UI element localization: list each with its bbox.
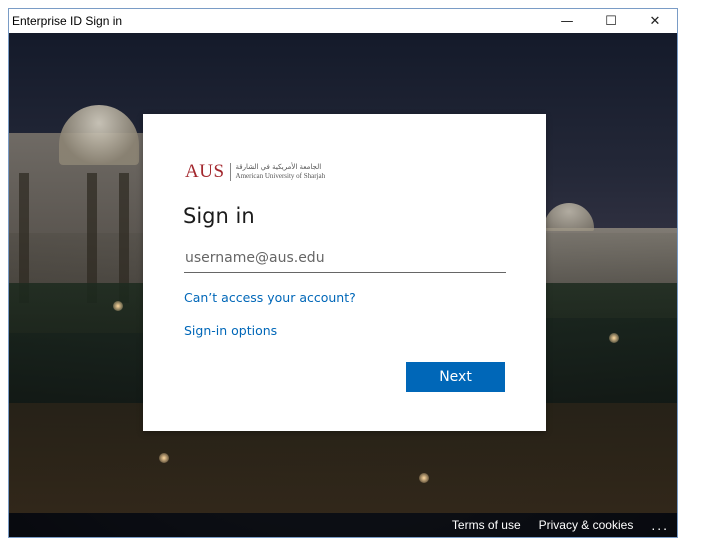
lamp-light bbox=[419, 473, 429, 483]
logo-text: الجامعة الأمريكية في الشارقة American Un… bbox=[236, 163, 326, 181]
window-title: Enterprise ID Sign in bbox=[12, 14, 123, 28]
title-bar: Enterprise ID Sign in — ☐ ✕ bbox=[9, 9, 677, 33]
username-input[interactable] bbox=[184, 244, 506, 273]
privacy-link[interactable]: Privacy & cookies bbox=[539, 518, 634, 532]
next-button[interactable]: Next bbox=[406, 362, 505, 392]
aus-logo: AUS الجامعة الأمريكية في الشارقة America… bbox=[185, 161, 325, 183]
logo-divider bbox=[229, 163, 231, 181]
sign-in-options-link[interactable]: Sign-in options bbox=[184, 323, 277, 338]
close-button[interactable]: ✕ bbox=[633, 9, 677, 33]
logo-arabic: الجامعة الأمريكية في الشارقة bbox=[235, 163, 322, 171]
sign-in-card: AUS الجامعة الأمريكية في الشارقة America… bbox=[143, 114, 546, 431]
cant-access-link[interactable]: Can’t access your account? bbox=[184, 290, 356, 305]
maximize-button[interactable]: ☐ bbox=[589, 9, 633, 33]
minimize-button[interactable]: — bbox=[545, 9, 589, 33]
lamp-light bbox=[159, 453, 169, 463]
footer-bar: Terms of use Privacy & cookies ... bbox=[9, 513, 677, 537]
more-options-button[interactable]: ... bbox=[651, 517, 669, 533]
app-window: Enterprise ID Sign in — ☐ ✕ AUS الجامعة … bbox=[8, 8, 678, 538]
lamp-light bbox=[113, 301, 123, 311]
logo-english: American University of Sharjah bbox=[235, 172, 326, 180]
background-scene: AUS الجامعة الأمريكية في الشارقة America… bbox=[9, 33, 677, 537]
page-title: Sign in bbox=[183, 204, 255, 228]
lamp-light bbox=[609, 333, 619, 343]
logo-abbr: AUS bbox=[185, 161, 225, 182]
terms-link[interactable]: Terms of use bbox=[452, 518, 521, 532]
